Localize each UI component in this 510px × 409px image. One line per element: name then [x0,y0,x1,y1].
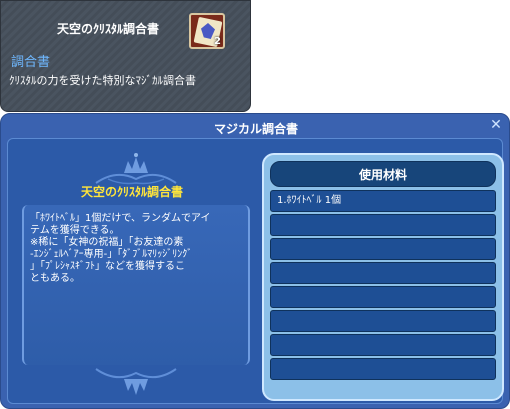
tooltip-title: 天空のｸﾘｽﾀﾙ調合書 [57,22,160,36]
recipe-info-panel: 天空のｸﾘｽﾀﾙ調合書 「ﾎﾜｲﾄﾍﾞﾙ」1個だけで、ランダムでアイ テムを獲得… [12,141,252,403]
close-icon[interactable]: ✕ [488,117,504,133]
material-slot[interactable] [270,238,496,260]
material-slot[interactable] [270,358,496,380]
dialog-body: 天空のｸﾘｽﾀﾙ調合書 「ﾎﾜｲﾄﾍﾞﾙ」1個だけで、ランダムでアイ テムを獲得… [7,138,504,404]
recipe-description: 「ﾎﾜｲﾄﾍﾞﾙ」1個だけで、ランダムでアイ テムを獲得できる。 ※稀に「女神の… [30,213,211,284]
crown-ornament-bottom-icon [95,368,177,395]
crystal-scroll-icon: 2 [189,13,225,49]
material-slot[interactable] [270,214,496,236]
recipe-title: 天空のｸﾘｽﾀﾙ調合書 [80,185,183,199]
materials-panel: 使用材料 1.ﾎﾜｲﾄﾍﾞﾙ 1個 [262,153,504,401]
magical-recipe-dialog: マジカル調合書 ✕ 天空のｸﾘｽﾀﾙ調合書 「ﾎﾜｲﾄﾍﾞﾙ」1個だけで、ランダ… [0,113,510,409]
material-slot[interactable] [270,310,496,332]
material-slot[interactable] [270,262,496,284]
material-slot[interactable] [270,334,496,356]
tooltip-category: 調合書 [11,55,51,70]
materials-header: 使用材料 [270,161,496,187]
material-slot[interactable] [270,286,496,308]
dialog-title: マジカル調合書 [213,122,298,136]
item-tooltip: 天空のｸﾘｽﾀﾙ調合書 2 調合書 ｸﾘｽﾀﾙの力を受けた特別なﾏｼﾞｶﾙ調合書 [0,0,251,112]
tooltip-description: ｸﾘｽﾀﾙの力を受けた特別なﾏｼﾞｶﾙ調合書 [9,74,196,87]
material-slot[interactable]: 1.ﾎﾜｲﾄﾍﾞﾙ 1個 [270,190,496,212]
recipe-description-box: 「ﾎﾜｲﾄﾍﾞﾙ」1個だけで、ランダムでアイ テムを獲得できる。 ※稀に「女神の… [22,205,250,365]
item-count: 2 [214,36,221,47]
